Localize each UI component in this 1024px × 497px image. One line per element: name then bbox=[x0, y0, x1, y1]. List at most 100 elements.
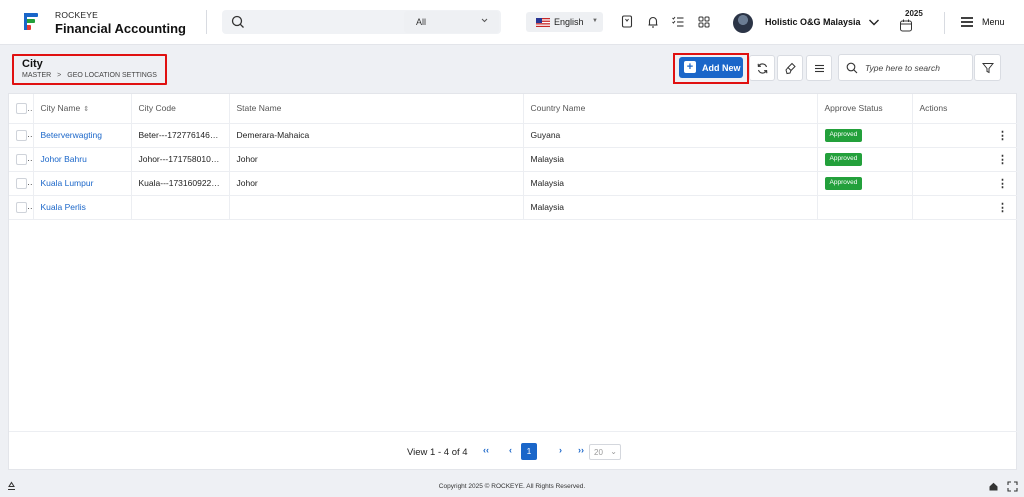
column-settings-button[interactable] bbox=[806, 55, 832, 81]
table-row[interactable]: Johor Bahru Johor---17175801067... Johor… bbox=[9, 147, 1017, 172]
checklist-icon[interactable] bbox=[671, 14, 685, 30]
column-header-state-name[interactable]: State Name bbox=[229, 94, 524, 124]
language-label: English bbox=[554, 17, 584, 27]
apps-grid-icon[interactable] bbox=[697, 14, 711, 30]
filter-button[interactable] bbox=[974, 54, 1001, 81]
home-icon[interactable] bbox=[988, 481, 999, 492]
company-name[interactable]: Holistic O&G Malaysia bbox=[765, 17, 861, 27]
more-actions-icon[interactable]: ⋮ bbox=[920, 129, 1011, 142]
status-cell bbox=[817, 195, 913, 220]
calendar-icon bbox=[900, 19, 912, 32]
pagination-summary: View 1 - 4 of 4 bbox=[407, 447, 468, 458]
state-name: Johor bbox=[229, 171, 524, 196]
actions-cell: ⋮ bbox=[912, 147, 1017, 172]
prev-page-icon[interactable]: ‹ bbox=[509, 445, 512, 455]
row-checkbox-cell bbox=[9, 171, 34, 196]
fiscal-year: 2025 bbox=[905, 9, 923, 18]
select-all-cell bbox=[9, 94, 34, 124]
page-header: City MASTER > GEO LOCATION SETTINGS bbox=[12, 54, 167, 85]
column-header-approve-status[interactable]: Approve Status bbox=[817, 94, 913, 124]
chevron-down-icon: ⌄ bbox=[610, 447, 617, 456]
menu-button[interactable]: Menu bbox=[960, 16, 1005, 30]
city-name-link[interactable]: Johor Bahru bbox=[33, 147, 132, 172]
actions-cell: ⋮ bbox=[912, 123, 1017, 148]
status-badge: Approved bbox=[824, 177, 863, 190]
actions-cell: ⋮ bbox=[912, 171, 1017, 196]
status-badge: Approved bbox=[824, 153, 863, 166]
row-checkbox[interactable] bbox=[16, 129, 27, 141]
chevron-down-icon bbox=[481, 18, 488, 23]
city-name-link[interactable]: Beterverwagting bbox=[33, 123, 132, 148]
menu-label: Menu bbox=[982, 17, 1005, 27]
country-name: Malaysia bbox=[523, 147, 818, 172]
search-icon bbox=[846, 62, 858, 74]
fiscal-year-selector[interactable]: 2025 bbox=[899, 9, 923, 35]
page-title: City bbox=[22, 58, 43, 70]
refresh-button[interactable] bbox=[749, 55, 775, 81]
row-checkbox[interactable] bbox=[16, 201, 27, 213]
search-icon bbox=[231, 15, 244, 28]
first-page-icon[interactable]: ‹‹ bbox=[483, 445, 489, 455]
row-checkbox[interactable] bbox=[16, 153, 27, 165]
sort-icon[interactable]: ⇕ bbox=[83, 106, 89, 113]
city-table: City Name ⇕ City Code State Name Country … bbox=[9, 94, 1017, 220]
brand-main: Financial Accounting bbox=[55, 20, 186, 36]
more-actions-icon[interactable]: ⋮ bbox=[920, 201, 1011, 214]
page-size-value: 20 bbox=[594, 448, 603, 457]
brand-top: ROCKEYE bbox=[55, 10, 98, 20]
city-name-link[interactable]: Kuala Lumpur bbox=[33, 171, 132, 196]
select-all-checkbox[interactable] bbox=[16, 102, 27, 114]
table-row[interactable]: Beterverwagting Beter---17277614653... D… bbox=[9, 123, 1017, 148]
page-button-current[interactable]: 1 bbox=[521, 443, 537, 460]
table-search-field[interactable] bbox=[838, 54, 973, 81]
status-badge: Approved bbox=[824, 129, 863, 142]
footer: Copyright 2025 © ROCKEYE. All Rights Res… bbox=[0, 477, 1024, 497]
table-row[interactable]: Kuala Perlis Malaysia ⋮ bbox=[9, 195, 1017, 220]
table-row[interactable]: Kuala Lumpur Kuala---17316092217... Joho… bbox=[9, 171, 1017, 196]
country-name: Malaysia bbox=[523, 195, 818, 220]
country-name: Malaysia bbox=[523, 171, 818, 196]
brand: ROCKEYE Financial Accounting bbox=[55, 11, 186, 35]
breadcrumb: MASTER > GEO LOCATION SETTINGS bbox=[22, 72, 157, 79]
clear-filters-button[interactable] bbox=[777, 55, 803, 81]
city-code: Beter---17277614653... bbox=[131, 123, 230, 148]
row-checkbox-cell bbox=[9, 123, 34, 148]
divider bbox=[9, 431, 1017, 432]
city-table-card: City Name ⇕ City Code State Name Country … bbox=[8, 93, 1017, 470]
chevron-down-icon[interactable] bbox=[868, 17, 880, 27]
state-name: Johor bbox=[229, 147, 524, 172]
top-bar: ROCKEYE Financial Accounting All English… bbox=[0, 0, 1024, 45]
add-new-button[interactable]: + Add New bbox=[679, 57, 743, 78]
search-scope-select[interactable]: All bbox=[404, 11, 499, 33]
column-header-city-name[interactable]: City Name ⇕ bbox=[33, 94, 132, 124]
actions-cell: ⋮ bbox=[912, 195, 1017, 220]
brush-icon bbox=[785, 62, 796, 75]
column-header-city-code[interactable]: City Code bbox=[131, 94, 230, 124]
bookmark-icon[interactable] bbox=[620, 14, 634, 30]
more-actions-icon[interactable]: ⋮ bbox=[920, 177, 1011, 190]
breadcrumb-item-geo-location-settings[interactable]: GEO LOCATION SETTINGS bbox=[67, 72, 157, 79]
copyright-text: Copyright 2025 © ROCKEYE. All Rights Res… bbox=[438, 483, 586, 490]
refresh-icon bbox=[757, 63, 768, 74]
row-checkbox[interactable] bbox=[16, 177, 27, 189]
list-icon bbox=[815, 64, 824, 73]
search-scope-value: All bbox=[416, 17, 427, 27]
column-header-country-name[interactable]: Country Name bbox=[523, 94, 818, 124]
bell-icon[interactable] bbox=[646, 14, 660, 30]
row-checkbox-cell bbox=[9, 147, 34, 172]
divider bbox=[206, 10, 207, 34]
breadcrumb-item-master[interactable]: MASTER bbox=[22, 72, 51, 79]
column-label: City Name bbox=[40, 103, 81, 114]
fullscreen-icon[interactable] bbox=[1007, 481, 1018, 492]
plus-icon: + bbox=[684, 61, 696, 73]
column-header-actions: Actions bbox=[912, 94, 1017, 124]
table-search-input[interactable] bbox=[865, 60, 969, 76]
avatar[interactable] bbox=[733, 13, 753, 33]
more-actions-icon[interactable]: ⋮ bbox=[920, 153, 1011, 166]
language-select[interactable]: English ▼ bbox=[526, 12, 603, 32]
city-name-link[interactable]: Kuala Perlis bbox=[33, 195, 132, 220]
page-size-select[interactable]: 20 ⌄ bbox=[589, 444, 621, 460]
last-page-icon[interactable]: ›› bbox=[578, 445, 584, 455]
next-page-icon[interactable]: › bbox=[559, 445, 562, 455]
caret-down-icon: ▼ bbox=[592, 18, 598, 24]
